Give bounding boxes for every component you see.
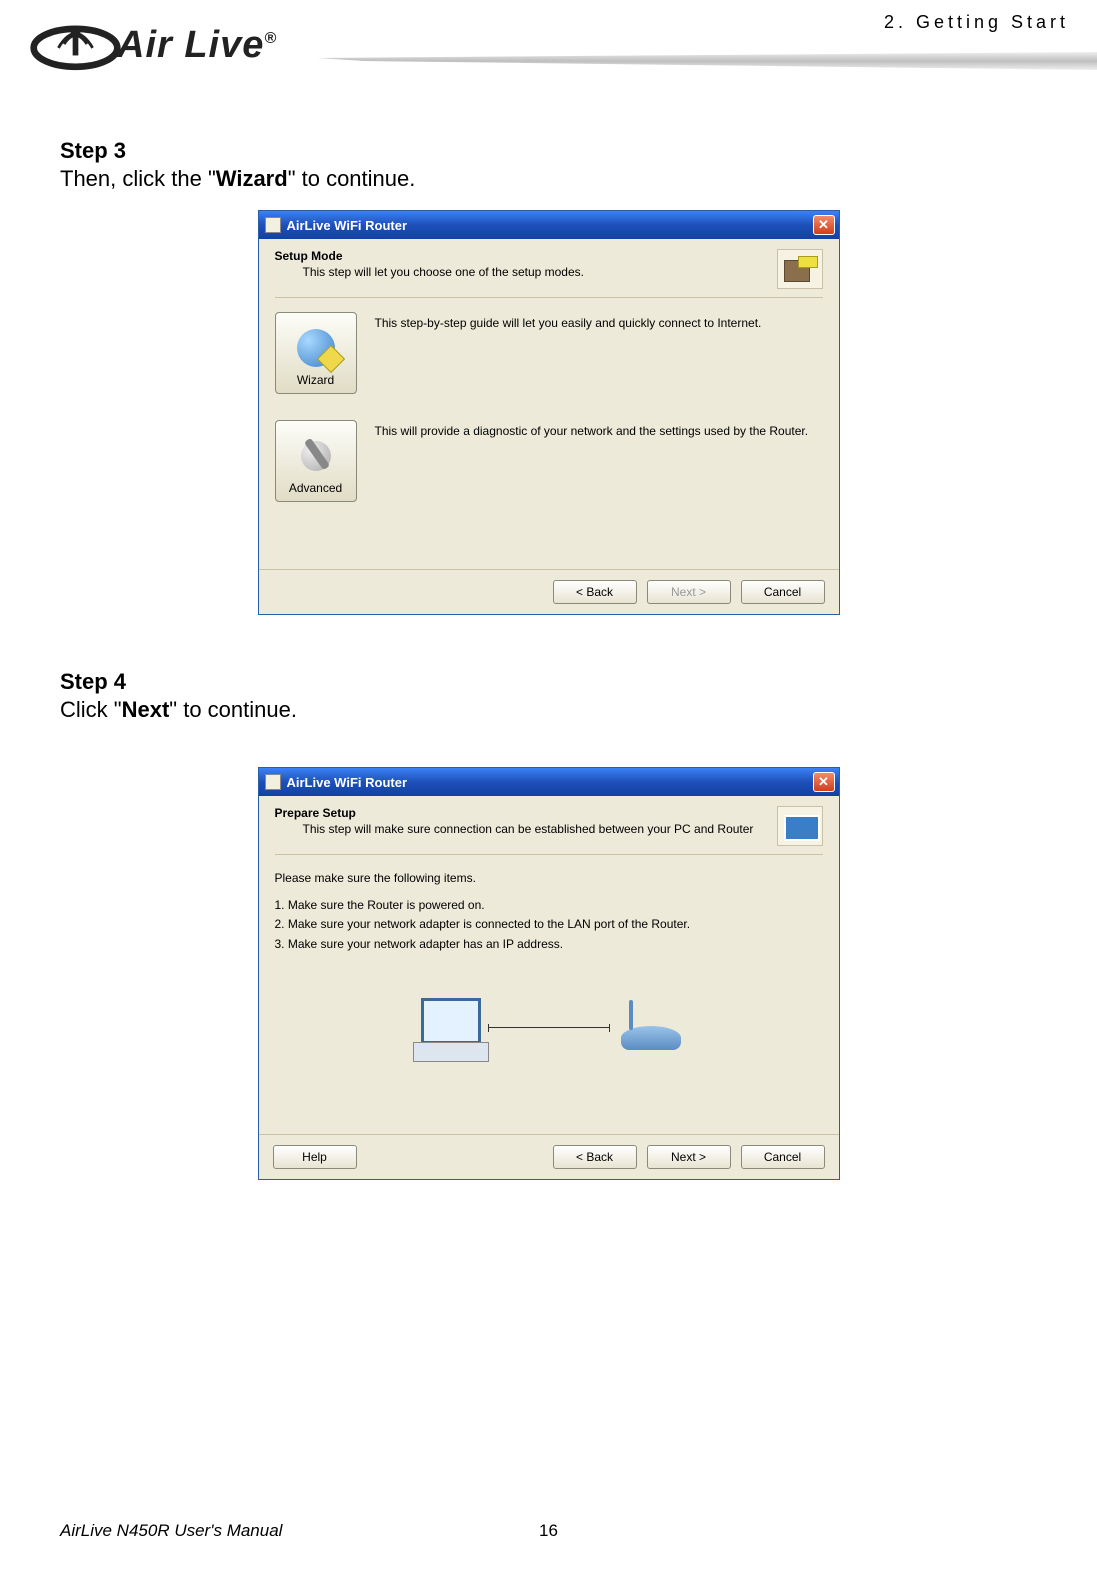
prepare-icon — [777, 806, 823, 846]
window-title: AirLive WiFi Router — [287, 775, 408, 790]
close-icon: ✕ — [818, 217, 829, 233]
checklist: Please make sure the following items. 1.… — [275, 869, 823, 954]
advanced-button[interactable]: Advanced — [275, 420, 357, 502]
checklist-item: 1. Make sure the Router is powered on. — [275, 896, 823, 915]
connection-diagram — [275, 994, 823, 1062]
section-subtitle: This step will let you choose one of the… — [303, 265, 585, 279]
button-bar: Help < Back Next > Cancel — [259, 1134, 839, 1179]
step4-heading: Step 4 — [60, 669, 1037, 695]
wizard-icon — [295, 327, 337, 369]
help-button[interactable]: Help — [273, 1145, 357, 1169]
page-number: 16 — [539, 1521, 558, 1541]
close-button[interactable]: ✕ — [813, 215, 835, 235]
chapter-heading: 2. Getting Start — [884, 12, 1069, 33]
back-button[interactable]: < Back — [553, 1145, 637, 1169]
footer-manual-name: AirLive N450R User's Manual — [60, 1521, 282, 1541]
divider — [275, 854, 823, 855]
logo: Air Live® — [28, 10, 277, 80]
setup-mode-dialog: AirLive WiFi Router ✕ Setup Mode This st… — [258, 210, 840, 615]
divider — [275, 297, 823, 298]
step3-description: Then, click the "Wizard" to continue. — [60, 166, 1037, 192]
step3-heading: Step 3 — [60, 138, 1037, 164]
computer-icon — [411, 994, 489, 1062]
next-button[interactable]: Next > — [647, 1145, 731, 1169]
setup-icon — [777, 249, 823, 289]
logo-text: Air Live® — [117, 24, 277, 67]
cancel-button[interactable]: Cancel — [741, 580, 825, 604]
step4-description: Click "Next" to continue. — [60, 697, 1037, 723]
connection-line-icon — [489, 1027, 609, 1028]
close-button[interactable]: ✕ — [813, 772, 835, 792]
advanced-icon — [295, 435, 337, 477]
app-icon — [265, 774, 281, 790]
next-button: Next > — [647, 580, 731, 604]
section-title: Prepare Setup — [275, 806, 754, 820]
close-icon: ✕ — [818, 774, 829, 790]
wizard-button[interactable]: Wizard — [275, 312, 357, 394]
titlebar[interactable]: AirLive WiFi Router ✕ — [259, 768, 839, 796]
cancel-button[interactable]: Cancel — [741, 1145, 825, 1169]
back-button[interactable]: < Back — [553, 580, 637, 604]
section-title: Setup Mode — [275, 249, 585, 263]
page-header: Air Live® 2. Getting Start — [0, 0, 1097, 110]
page-footer: AirLive N450R User's Manual 16 — [0, 1521, 1097, 1541]
logo-swoosh-icon — [28, 10, 123, 80]
checklist-item: 2. Make sure your network adapter is con… — [275, 915, 823, 934]
checklist-intro: Please make sure the following items. — [275, 869, 823, 888]
window-title: AirLive WiFi Router — [287, 218, 408, 233]
router-icon — [609, 994, 687, 1062]
app-icon — [265, 217, 281, 233]
prepare-setup-dialog: AirLive WiFi Router ✕ Prepare Setup This… — [258, 767, 840, 1180]
titlebar[interactable]: AirLive WiFi Router ✕ — [259, 211, 839, 239]
wizard-description: This step-by-step guide will let you eas… — [375, 312, 823, 394]
button-bar: < Back Next > Cancel — [259, 569, 839, 614]
advanced-description: This will provide a diagnostic of your n… — [375, 420, 823, 502]
section-subtitle: This step will make sure connection can … — [303, 822, 754, 836]
checklist-item: 3. Make sure your network adapter has an… — [275, 935, 823, 954]
header-stripe — [317, 52, 1097, 70]
page-content: Step 3 Then, click the "Wizard" to conti… — [0, 110, 1097, 1180]
